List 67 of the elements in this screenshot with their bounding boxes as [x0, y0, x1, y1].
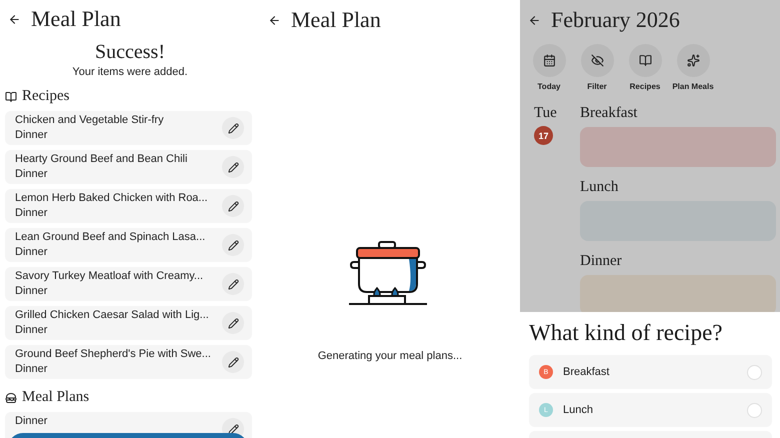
- recipe-name: Hearty Ground Beef and Bean Chili: [15, 153, 188, 165]
- recipe-card[interactable]: Ground Beef Shepherd's Pie with Swe... Dinner: [5, 345, 252, 379]
- pencil-icon: [228, 200, 238, 212]
- back-arrow-icon: [268, 14, 281, 26]
- section-title: Meal Plans: [22, 389, 90, 406]
- meal-type: Dinner: [15, 324, 48, 336]
- edit-button[interactable]: [222, 117, 244, 139]
- screen-title: Meal Plan: [31, 6, 121, 32]
- pencil-icon: [228, 318, 238, 328]
- success-message: Your items were added.: [71, 66, 189, 78]
- radio-button[interactable]: [747, 402, 762, 418]
- recipe-name: Lean Ground Beef and Spinach Lasa...: [15, 231, 206, 243]
- meal-type: Dinner: [15, 415, 48, 427]
- loading-message: Generating your meal plans...: [318, 350, 462, 362]
- screen-title: Meal Plan: [291, 7, 381, 33]
- back-button[interactable]: [528, 14, 541, 26]
- recipe-card[interactable]: Chicken and Vegetable Stir-fry Dinner: [5, 111, 252, 145]
- recipe-name: Grilled Chicken Caesar Salad with Lig...: [15, 309, 209, 321]
- sheet-title: What kind of recipe?: [529, 320, 724, 346]
- month-title: February 2026: [551, 7, 680, 33]
- meal-type: Dinner: [15, 246, 48, 258]
- calendar-icon: [542, 54, 556, 67]
- book-icon: [638, 54, 652, 67]
- book-icon: [5, 90, 17, 102]
- section-title: Recipes: [22, 88, 70, 105]
- recipe-name: Lemon Herb Baked Chicken with Roa...: [15, 192, 208, 204]
- edit-button[interactable]: [222, 156, 244, 178]
- edit-button[interactable]: [222, 273, 244, 295]
- back-arrow-icon: [8, 12, 21, 26]
- burger-icon: [5, 392, 17, 404]
- meal-type: Dinner: [15, 363, 48, 375]
- date-badge: 17: [534, 126, 553, 145]
- meal-type: Dinner: [15, 168, 48, 180]
- meal-type: Dinner: [15, 207, 48, 219]
- recipe-card[interactable]: Lemon Herb Baked Chicken with Roa... Dinner: [5, 189, 252, 223]
- meal-label: Lunch: [580, 179, 620, 196]
- back-button[interactable]: [8, 12, 21, 26]
- eye-off-icon: [590, 54, 604, 67]
- pencil-icon: [228, 278, 238, 290]
- option-label: Breakfast: [563, 366, 610, 378]
- sparkles-icon: [686, 54, 700, 67]
- edit-button[interactable]: [222, 351, 244, 373]
- recipe-name: Ground Beef Shepherd's Pie with Swe...: [15, 348, 211, 360]
- back-button[interactable]: [268, 14, 281, 26]
- back-arrow-icon: [528, 14, 541, 26]
- recipe-name: Savory Turkey Meatloaf with Creamy...: [15, 270, 204, 282]
- meal-type: Dinner: [15, 285, 48, 297]
- recipe-card[interactable]: Grilled Chicken Caesar Salad with Lig... Dinner: [5, 306, 252, 340]
- pencil-icon: [228, 424, 238, 434]
- option-label: Lunch: [563, 404, 594, 416]
- meal-label: Dinner: [580, 253, 623, 270]
- edit-button[interactable]: [222, 195, 244, 217]
- success-heading: Success!: [94, 41, 166, 64]
- pencil-icon: [228, 122, 238, 134]
- recipe-name: Chicken and Vegetable Stir-fry: [15, 114, 164, 126]
- edit-button[interactable]: [222, 312, 244, 334]
- pencil-icon: [228, 162, 238, 172]
- edit-button[interactable]: [222, 234, 244, 256]
- pencil-icon: [228, 356, 238, 368]
- meal-type: Dinner: [15, 129, 48, 141]
- weekday-label: Tue: [534, 105, 557, 122]
- recipe-card[interactable]: Hearty Ground Beef and Bean Chili Dinner: [5, 150, 252, 184]
- meal-label: Breakfast: [580, 105, 638, 122]
- recipe-card[interactable]: Savory Turkey Meatloaf with Creamy... Dinner: [5, 267, 252, 301]
- pencil-icon: [228, 240, 238, 250]
- radio-button[interactable]: [747, 364, 762, 380]
- recipe-card[interactable]: Lean Ground Beef and Spinach Lasa... Dinner: [5, 228, 252, 262]
